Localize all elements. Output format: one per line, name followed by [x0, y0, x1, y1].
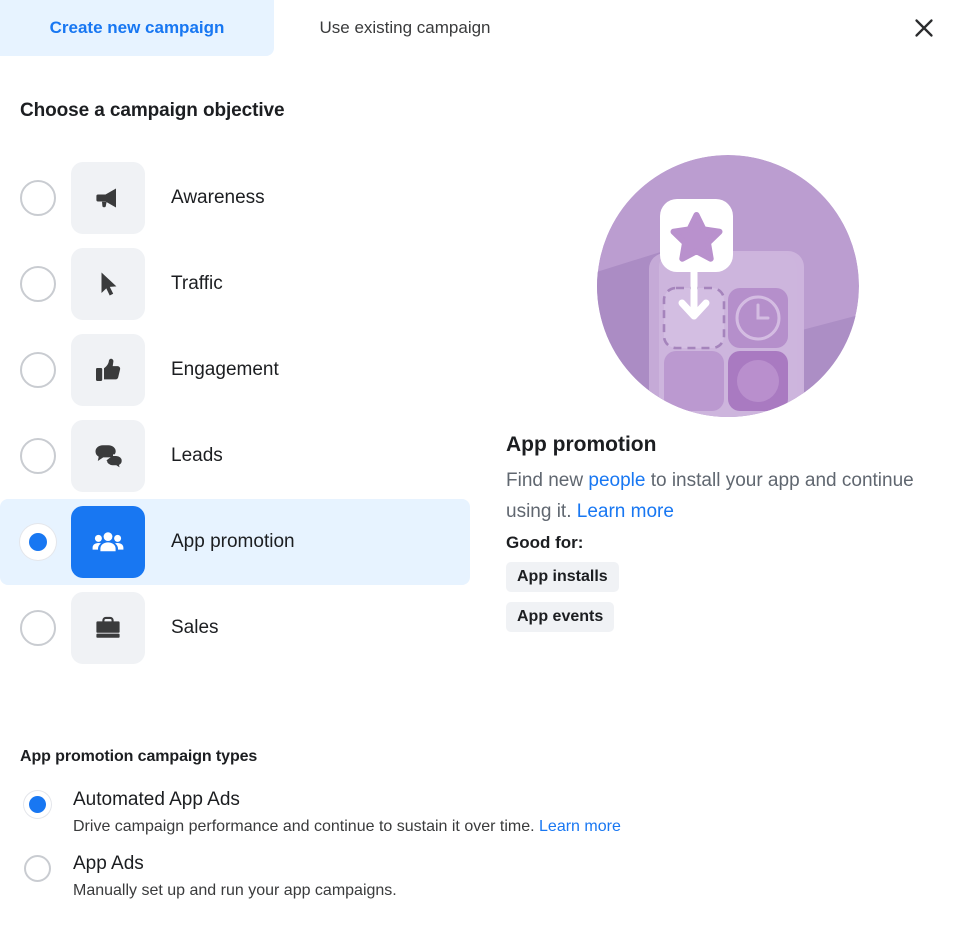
learn-more-link[interactable]: Learn more	[577, 501, 674, 522]
radio-automated-app-ads[interactable]	[24, 791, 51, 818]
objective-label: Leads	[171, 445, 223, 466]
good-for-label: Good for:	[506, 533, 584, 552]
radio-app-promotion[interactable]	[20, 524, 56, 560]
close-button[interactable]	[906, 10, 942, 46]
objective-label: Awareness	[171, 187, 265, 208]
objective-section-heading: Choose a campaign objective	[20, 100, 285, 121]
tab-create-new-campaign-label: Create new campaign	[49, 18, 225, 37]
objective-row-sales[interactable]: Sales	[0, 585, 480, 671]
campaign-type-description: Drive campaign performance and continue …	[73, 816, 621, 838]
radio-engagement[interactable]	[20, 352, 56, 388]
objective-row-traffic[interactable]: Traffic	[0, 241, 480, 327]
app-promotion-illustration	[597, 155, 859, 417]
objective-label: App promotion	[171, 531, 295, 552]
good-for-tag-list: App installs App events	[506, 562, 940, 642]
detail-desc-part1: Find new	[506, 470, 589, 491]
campaign-type-desc-text: Drive campaign performance and continue …	[73, 818, 540, 835]
objective-row-engagement[interactable]: Engagement	[0, 327, 480, 413]
campaign-type-title: Automated App Ads	[73, 789, 240, 810]
tab-use-existing-campaign-label: Use existing campaign	[319, 18, 491, 37]
campaign-type-description: Manually set up and run your app campaig…	[73, 880, 397, 902]
automated-app-ads-learn-more-link[interactable]: Learn more	[539, 818, 621, 835]
objective-list: Awareness Traffic Engagement Leads App p…	[0, 155, 480, 671]
objective-row-app-promotion[interactable]: App promotion	[0, 499, 470, 585]
campaign-type-row-automated-app-ads[interactable]: Automated App Ads Drive campaign perform…	[0, 788, 800, 838]
close-icon	[912, 16, 936, 40]
objective-label: Engagement	[171, 359, 279, 380]
radio-app-ads[interactable]	[24, 855, 51, 882]
campaign-types-heading: App promotion campaign types	[20, 748, 258, 765]
objective-row-awareness[interactable]: Awareness	[0, 155, 480, 241]
radio-traffic[interactable]	[20, 266, 56, 302]
campaign-type-title: App Ads	[73, 853, 144, 874]
radio-dot	[29, 796, 46, 813]
radio-sales[interactable]	[20, 610, 56, 646]
people-link[interactable]: people	[588, 470, 645, 491]
campaign-type-row-app-ads[interactable]: App Ads Manually set up and run your app…	[0, 852, 800, 902]
radio-awareness[interactable]	[20, 180, 56, 216]
objective-row-leads[interactable]: Leads	[0, 413, 480, 499]
objective-label: Traffic	[171, 273, 223, 294]
campaign-type-desc-text: Manually set up and run your app campaig…	[73, 882, 397, 899]
radio-leads[interactable]	[20, 438, 56, 474]
objective-label: Sales	[171, 617, 219, 638]
cursor-icon	[71, 248, 145, 320]
tag-app-events: App events	[506, 602, 615, 632]
tab-create-new-campaign[interactable]: Create new campaign	[0, 0, 274, 56]
briefcase-icon	[71, 592, 145, 664]
thumbs-up-icon	[71, 334, 145, 406]
objective-detail-panel: App promotion Find new people to install…	[500, 155, 940, 642]
tab-bar: Create new campaign Use existing campaig…	[0, 0, 960, 56]
detail-description: Find new people to install your app and …	[506, 465, 916, 527]
campaign-types-list: Automated App Ads Drive campaign perform…	[0, 788, 800, 916]
radio-dot	[29, 533, 47, 551]
megaphone-icon	[71, 162, 145, 234]
people-group-icon	[71, 506, 145, 578]
chat-bubbles-icon	[71, 420, 145, 492]
tab-use-existing-campaign[interactable]: Use existing campaign	[274, 0, 536, 56]
detail-title: App promotion	[506, 433, 657, 456]
tag-app-installs: App installs	[506, 562, 619, 592]
